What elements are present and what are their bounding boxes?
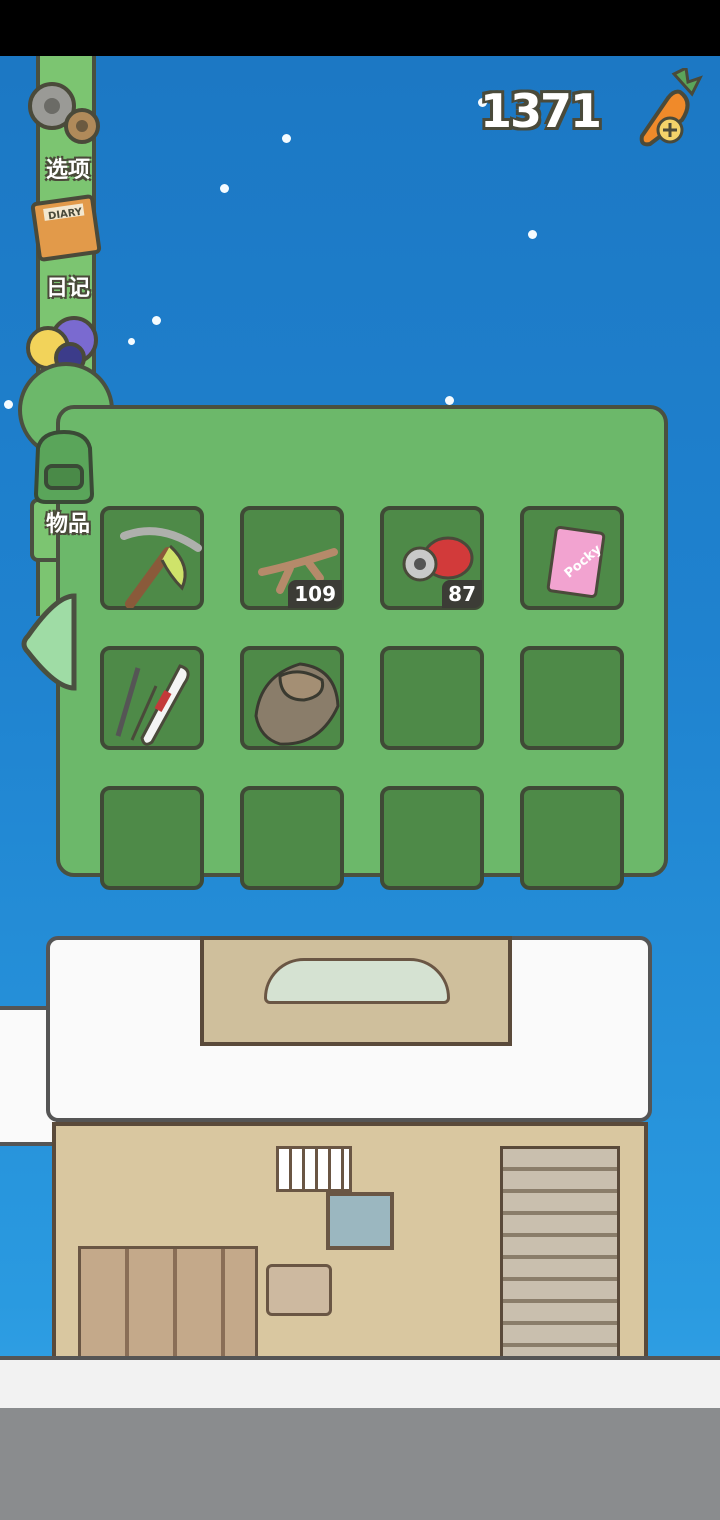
snowflake <box>4 400 13 409</box>
inventory-slot[interactable]: 87 <box>380 506 484 610</box>
loft-window <box>200 936 512 1046</box>
pickaxe-icon <box>120 527 202 608</box>
menu-diary-label: 日记 <box>45 276 90 301</box>
snowflake <box>128 338 135 345</box>
picture-frame <box>326 1192 394 1250</box>
status-bar <box>0 0 720 56</box>
item-count: 87 <box>442 580 482 608</box>
item-count: 109 <box>288 580 342 608</box>
carrot-plus-icon[interactable] <box>634 68 706 152</box>
bed <box>264 958 450 1004</box>
inventory-slot-empty[interactable] <box>380 646 484 750</box>
inventory-slot[interactable]: 109 <box>240 506 344 610</box>
backpack-icon <box>33 429 95 504</box>
inventory-slot[interactable] <box>100 646 204 750</box>
menu-options[interactable]: 选项 <box>18 64 118 183</box>
inventory-slot[interactable]: Pocky <box>520 506 624 610</box>
inventory-slot-empty[interactable] <box>100 786 204 890</box>
diary-icon: DIARY <box>30 194 102 262</box>
snowflake <box>282 134 291 143</box>
house-window <box>276 1146 352 1192</box>
snowflake <box>445 396 454 405</box>
gears-icon <box>28 82 100 144</box>
snowflake <box>152 316 161 325</box>
chair <box>266 1264 332 1316</box>
ground <box>0 1408 720 1520</box>
inventory-slot[interactable] <box>240 646 344 750</box>
cabinet <box>78 1246 258 1366</box>
ski-poles-icon <box>115 664 190 746</box>
snowflake <box>528 230 537 239</box>
inventory-slot-empty[interactable] <box>380 786 484 890</box>
pocky-icon: Pocky <box>546 525 606 599</box>
inventory-slot-empty[interactable] <box>240 786 344 890</box>
menu-diary[interactable]: DIARY 日记 <box>18 182 118 301</box>
stairs <box>500 1146 620 1366</box>
carrot-count: 1371 <box>479 84 602 138</box>
menu-options-label: 选项 <box>45 158 90 183</box>
collapse-arrow-icon[interactable] <box>16 590 80 694</box>
inventory-slot-empty[interactable] <box>520 786 624 890</box>
straw-hat-icon <box>254 662 340 746</box>
inventory-slot-empty[interactable] <box>520 646 624 750</box>
inventory-slot[interactable] <box>100 506 204 610</box>
snowflake <box>220 184 229 193</box>
